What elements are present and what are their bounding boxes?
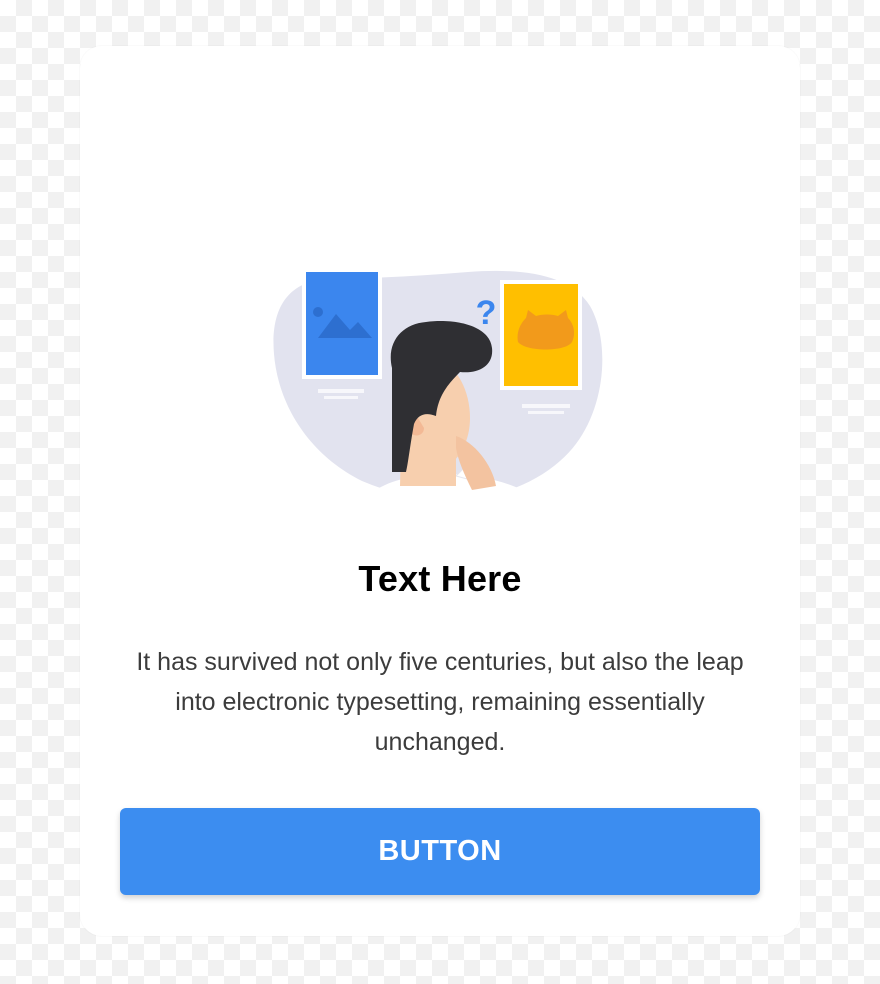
question-mark-icon: ? <box>476 294 497 332</box>
card-title: Text Here <box>358 558 522 599</box>
primary-button[interactable]: BUTTON <box>120 808 760 895</box>
card-description: It has survived not only five centuries,… <box>136 648 744 756</box>
person-thinking-illustration: ? <box>273 268 603 514</box>
card: ? Text Here It has survived not only fiv… <box>80 46 800 936</box>
